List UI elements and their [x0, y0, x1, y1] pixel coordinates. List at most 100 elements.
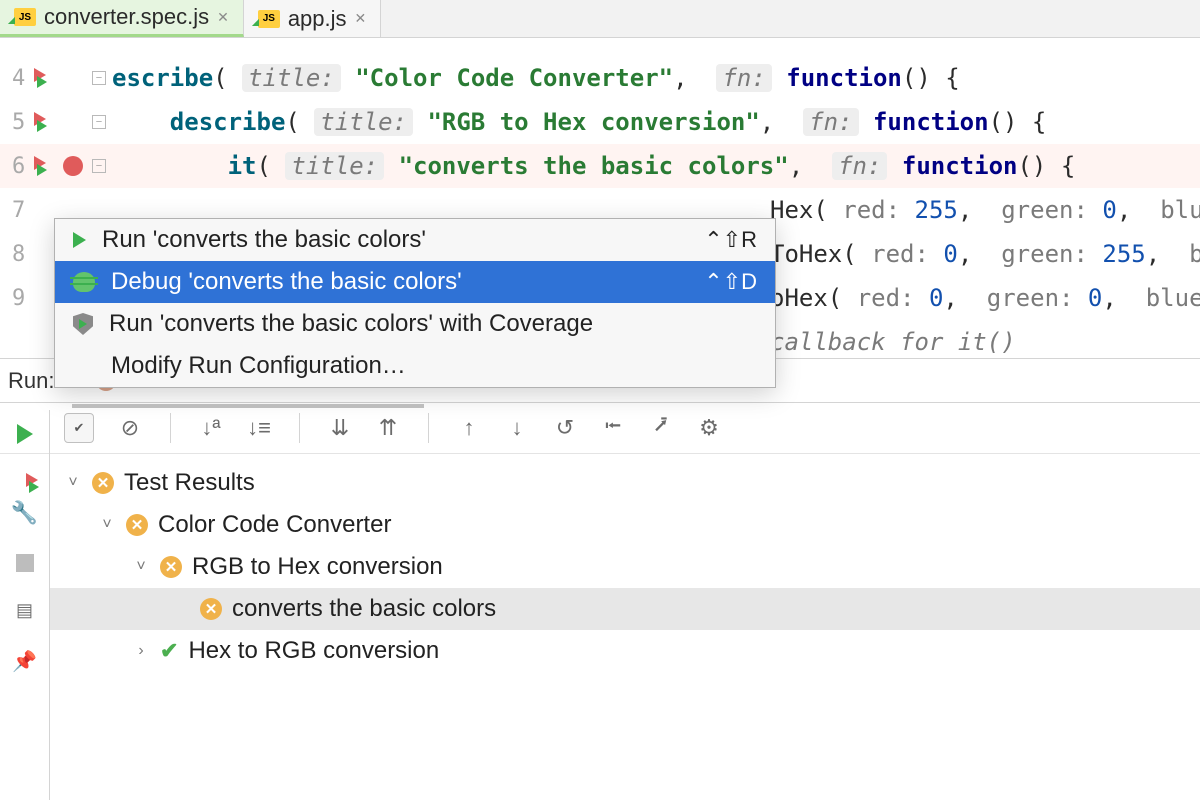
chevron-down-icon[interactable]: ˅: [132, 558, 150, 576]
code-token: describe: [170, 108, 286, 136]
export-icon[interactable]: ⭷: [649, 416, 673, 440]
code-token: () {: [989, 108, 1047, 136]
menu-label: Run 'converts the basic colors': [102, 226, 426, 254]
tab-converter-spec[interactable]: JS converter.spec.js ✕: [0, 0, 244, 37]
param-hint: red:: [857, 284, 915, 312]
run-icon: [73, 232, 86, 248]
test-results-tree: ˅ ✕ Test Results ˅ ✕ Color Code Converte…: [50, 462, 1200, 672]
test-toolbar: ✔ ⊘ ↓ª ↓≡ ⇊ ⇈ ↑ ↓ ↺ ⭰ ⭷ ⚙: [0, 402, 1200, 454]
code-token: ToHex: [770, 240, 842, 268]
show-ignored-toggle[interactable]: ⊘: [118, 416, 142, 440]
param-hint: red:: [842, 196, 900, 224]
tree-node[interactable]: › ✔ Hex to RGB conversion: [50, 630, 1200, 672]
menu-coverage[interactable]: Run 'converts the basic colors' with Cov…: [55, 303, 775, 345]
tree-node[interactable]: ˅ ✕ RGB to Hex conversion: [50, 546, 1200, 588]
number-literal: 0: [943, 240, 957, 268]
line-number: 8: [12, 242, 25, 267]
context-menu: Run 'converts the basic colors' ⌃⇧R Debu…: [54, 218, 776, 388]
import-icon[interactable]: ⭰: [601, 416, 625, 440]
run-test-icon[interactable]: [33, 111, 55, 133]
code-token: () {: [902, 64, 960, 92]
prev-failed-icon[interactable]: ↑: [457, 416, 481, 440]
tab-app-js[interactable]: JS app.js ✕: [244, 0, 381, 37]
show-passed-toggle[interactable]: ✔: [64, 413, 94, 443]
string-literal: "RGB to Hex conversion": [427, 108, 759, 136]
string-literal: "converts the basic colors": [399, 152, 789, 180]
fold-icon[interactable]: —: [92, 115, 106, 129]
expand-all-icon[interactable]: ⇊: [328, 416, 352, 440]
fail-icon: ✕: [200, 598, 222, 620]
chevron-down-icon[interactable]: ˅: [64, 474, 82, 492]
line-number: 4: [12, 66, 25, 91]
menu-label: Run 'converts the basic colors' with Cov…: [109, 310, 593, 338]
menu-label: Debug 'converts the basic colors': [111, 268, 462, 296]
param-hint: green:: [1001, 196, 1088, 224]
tree-root[interactable]: ˅ ✕ Test Results: [50, 462, 1200, 504]
keyword: function: [902, 152, 1018, 180]
sort-duration-icon[interactable]: ↓≡: [247, 416, 271, 440]
fail-icon: ✕: [160, 556, 182, 578]
gear-icon[interactable]: ⚙: [697, 416, 721, 440]
line-number: 6: [12, 154, 25, 179]
chevron-down-icon[interactable]: ˅: [98, 516, 116, 534]
layout-icon[interactable]: ▤: [16, 600, 33, 621]
code-token: it: [228, 152, 257, 180]
close-icon[interactable]: ✕: [355, 10, 367, 27]
code-editor[interactable]: 4 — 5 — 6 — 7 8 9 escribe( title: "Color…: [0, 38, 1200, 358]
code-token: escribe: [112, 64, 213, 92]
wrench-icon[interactable]: 🔧: [11, 500, 38, 526]
chevron-right-icon[interactable]: ›: [132, 642, 150, 660]
param-hint: fn:: [803, 108, 858, 136]
param-hint: title:: [242, 64, 341, 92]
inline-hint: callback for it(): [770, 328, 1016, 356]
sort-icon[interactable]: ↓ª: [199, 416, 223, 440]
breakpoint-icon[interactable]: [63, 156, 83, 176]
rerun-icon[interactable]: [17, 424, 33, 444]
collapse-all-icon[interactable]: ⇈: [376, 416, 400, 440]
tree-label: Color Code Converter: [158, 511, 391, 539]
line-number: 7: [12, 198, 25, 223]
fold-icon[interactable]: —: [92, 159, 106, 173]
number-literal: 255: [915, 196, 958, 224]
shortcut: ⌃⇧D: [704, 269, 757, 295]
run-label: Run:: [8, 368, 54, 394]
run-test-icon[interactable]: [33, 155, 55, 177]
tree-label: converts the basic colors: [232, 595, 496, 623]
param-hint: red:: [871, 240, 929, 268]
param-hint: b: [1189, 240, 1200, 268]
next-failed-icon[interactable]: ↓: [505, 416, 529, 440]
editor-tabs: JS converter.spec.js ✕ JS app.js ✕: [0, 0, 1200, 38]
tree-label: Test Results: [124, 469, 255, 497]
tree-label: RGB to Hex conversion: [192, 553, 443, 581]
code-token: oHex: [770, 284, 828, 312]
active-tab-underline: [72, 404, 424, 408]
coverage-icon: [73, 313, 93, 335]
param-hint: title:: [314, 108, 413, 136]
menu-modify-config[interactable]: Modify Run Configuration…: [55, 345, 775, 387]
tree-leaf-selected[interactable]: ✕ converts the basic colors: [50, 588, 1200, 630]
stop-icon[interactable]: [16, 554, 34, 572]
tree-node[interactable]: ˅ ✕ Color Code Converter: [50, 504, 1200, 546]
fail-icon: ✕: [92, 472, 114, 494]
pass-icon: ✔: [160, 638, 178, 664]
run-test-icon[interactable]: [33, 67, 55, 89]
close-icon[interactable]: ✕: [217, 9, 229, 26]
menu-debug[interactable]: Debug 'converts the basic colors' ⌃⇧D: [55, 261, 775, 303]
pin-icon[interactable]: 📌: [12, 649, 37, 674]
menu-run[interactable]: Run 'converts the basic colors' ⌃⇧R: [55, 219, 775, 261]
param-hint: fn:: [832, 152, 887, 180]
string-literal: "Color Code Converter": [355, 64, 673, 92]
menu-label: Modify Run Configuration…: [111, 352, 406, 380]
param-hint: blue:: [1146, 284, 1200, 312]
fold-icon[interactable]: —: [92, 71, 106, 85]
param-hint: green:: [987, 284, 1074, 312]
bug-icon: [73, 272, 95, 292]
tab-label: app.js: [288, 6, 347, 32]
tab-label: converter.spec.js: [44, 4, 209, 30]
history-icon[interactable]: ↺: [553, 416, 577, 440]
keyword: function: [873, 108, 989, 136]
js-file-icon: JS: [258, 10, 280, 28]
tree-label: Hex to RGB conversion: [188, 637, 439, 665]
keyword: function: [786, 64, 902, 92]
line-number: 5: [12, 110, 25, 135]
